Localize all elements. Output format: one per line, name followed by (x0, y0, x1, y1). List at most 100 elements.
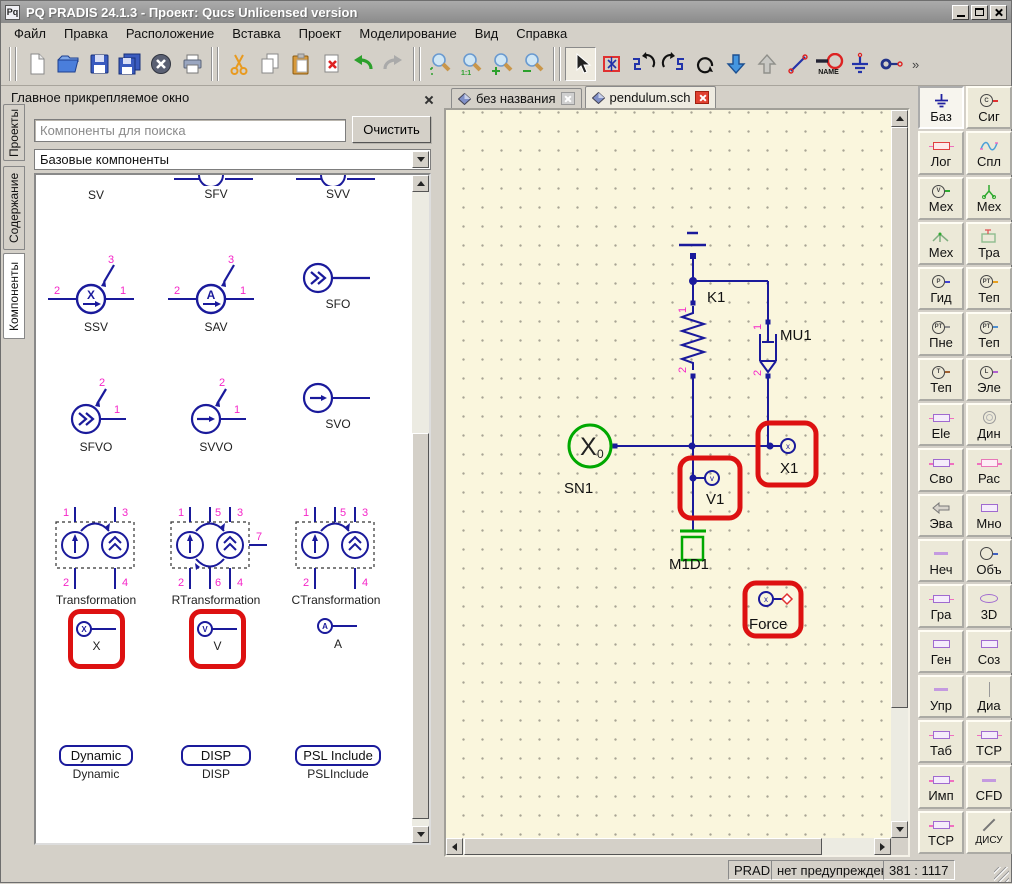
category-cfd-button[interactable]: CFD (966, 765, 1012, 808)
scroll-up-button[interactable] (412, 175, 429, 192)
sidebar-tab-components[interactable]: Компоненты (3, 253, 25, 339)
category-imp-button[interactable]: Имп (918, 765, 964, 808)
canvas-horizontal-scrollbar[interactable] (446, 838, 891, 855)
clear-search-button[interactable]: Очистить (352, 116, 431, 143)
toolbar-handle[interactable] (211, 47, 213, 81)
component-svvo[interactable]: 1 2 SVVO (166, 373, 266, 454)
category-tra-button[interactable]: Тра (966, 222, 1012, 265)
toolbar-handle[interactable] (553, 47, 555, 81)
component-sv[interactable]: SV (46, 177, 146, 202)
component-sav[interactable]: A 2 1 3 SAV (166, 253, 266, 334)
rotate-ccw-tool-button[interactable] (627, 47, 658, 81)
component-v-highlighted[interactable]: V V (189, 609, 246, 669)
component-ssv[interactable]: X 2 1 3 SSV (46, 253, 146, 334)
menu-file[interactable]: Файл (5, 24, 55, 43)
toolbar-handle[interactable] (217, 47, 219, 81)
component-svo[interactable]: SVO (288, 380, 388, 431)
ground-tool-button[interactable] (844, 47, 875, 81)
new-file-button[interactable] (21, 47, 52, 81)
category-tep-1-button[interactable]: PT Теп (966, 267, 1012, 310)
component-transformation[interactable]: 1 3 2 4 Transformation (48, 504, 144, 607)
sensor-v1[interactable]: v V1 (680, 458, 740, 518)
delete-button[interactable] (316, 47, 347, 81)
category-meh-1-button[interactable]: V Мех (918, 177, 964, 220)
select-tool-button[interactable] (565, 47, 596, 81)
component-list[interactable]: SV SFV SVV X 2 1 3 SSV (34, 173, 431, 845)
component-a[interactable]: A A (288, 616, 388, 651)
component-search-input[interactable] (34, 119, 346, 142)
category-soz-button[interactable]: Соз (966, 630, 1012, 673)
toolbar-handle[interactable] (413, 47, 415, 81)
category-dia-button[interactable]: Диа (966, 675, 1012, 718)
dock-close-button[interactable] (424, 92, 433, 107)
category-din-button[interactable]: Дин (966, 403, 1012, 446)
redo-button[interactable] (378, 47, 409, 81)
scroll-thumb[interactable] (891, 127, 908, 708)
name-tool-button[interactable]: NAME (813, 47, 844, 81)
canvas-vertical-scrollbar[interactable] (891, 110, 908, 838)
undo-button[interactable] (347, 47, 378, 81)
damper-mu1[interactable]: MU1 1 2 (752, 322, 812, 376)
toolbar-handle[interactable] (559, 47, 561, 81)
category-baz-button[interactable]: Баз (918, 86, 964, 129)
category-tcp-2-button[interactable]: TCP (918, 811, 964, 854)
scroll-thumb[interactable] (412, 433, 429, 819)
mirror-tool-button[interactable] (596, 47, 627, 81)
scroll-left-button[interactable] (446, 838, 463, 855)
spring-k1[interactable]: K1 1 2 (677, 289, 725, 373)
category-tab-button[interactable]: Таб (918, 720, 964, 763)
category-spl-button[interactable]: Спл (966, 131, 1012, 174)
save-all-button[interactable] (114, 47, 145, 81)
menu-insert[interactable]: Вставка (223, 24, 289, 43)
rotate-cw-tool-button[interactable] (658, 47, 689, 81)
tab-close-button[interactable] (695, 91, 709, 104)
component-list-scrollbar[interactable] (412, 175, 429, 843)
minimize-button[interactable] (952, 5, 969, 20)
paste-button[interactable] (285, 47, 316, 81)
menu-view[interactable]: Вид (466, 24, 508, 43)
menu-edit[interactable]: Правка (55, 24, 117, 43)
zoom-fit-button[interactable] (425, 47, 456, 81)
open-file-button[interactable] (52, 47, 83, 81)
zoom-in-button[interactable] (487, 47, 518, 81)
component-x-highlighted[interactable]: X X (68, 609, 125, 669)
cut-button[interactable] (223, 47, 254, 81)
menu-project[interactable]: Проект (290, 24, 351, 43)
maximize-button[interactable] (971, 5, 988, 20)
scroll-down-button[interactable] (412, 826, 429, 843)
component-sfvo[interactable]: 1 2 SFVO (46, 373, 146, 454)
category-disu-button[interactable]: ДИСУ (966, 811, 1012, 854)
wire-tool-button[interactable] (782, 47, 813, 81)
save-button[interactable] (83, 47, 114, 81)
category-upr-button[interactable]: Упр (918, 675, 964, 718)
close-file-button[interactable] (145, 47, 176, 81)
toolbar-handle[interactable] (9, 47, 11, 81)
category-obj-button[interactable]: Объ (966, 539, 1012, 582)
wire-net[interactable] (615, 256, 781, 531)
combo-dropdown-button[interactable] (412, 151, 429, 168)
component-ctransformation[interactable]: 1 5 3 2 4 CTransformation (288, 504, 384, 607)
toolbar-handle[interactable] (15, 47, 17, 81)
title-bar[interactable]: Pq PQ PRADIS 24.1.3 - Проект: Qucs Unlic… (1, 1, 1011, 23)
component-pslinclude[interactable]: PSL Include PSLInclude (288, 745, 388, 781)
schematic-canvas[interactable]: K1 1 2 MU1 1 2 X 0 SN1 (446, 110, 891, 838)
menu-simulation[interactable]: Моделирование (350, 24, 465, 43)
category-meh-3-button[interactable]: Мех (918, 222, 964, 265)
category-tep-2-button[interactable]: PT Теп (966, 312, 1012, 355)
pop-out-button[interactable] (751, 47, 782, 81)
category-ele-button[interactable]: L Эле (966, 358, 1012, 401)
tab-untitled[interactable]: без названия (451, 88, 582, 108)
category-svo-button[interactable]: Сво (918, 448, 964, 491)
category-nech-button[interactable]: Неч (918, 539, 964, 582)
port-tool-button[interactable] (875, 47, 906, 81)
category-meh-2-button[interactable]: Мех (966, 177, 1012, 220)
zoom-original-button[interactable]: 1:1 (456, 47, 487, 81)
category-mno-button[interactable]: Мно (966, 494, 1012, 537)
category-pne-button[interactable]: PT Пне (918, 312, 964, 355)
sidebar-tab-content[interactable]: Содержание (3, 166, 25, 250)
category-gid-button[interactable]: P Гид (918, 267, 964, 310)
sensor-x1[interactable]: x X1 (758, 423, 816, 485)
category-eva-button[interactable]: Эва (918, 494, 964, 537)
print-button[interactable] (176, 47, 207, 81)
category-log-button[interactable]: Лог (918, 131, 964, 174)
